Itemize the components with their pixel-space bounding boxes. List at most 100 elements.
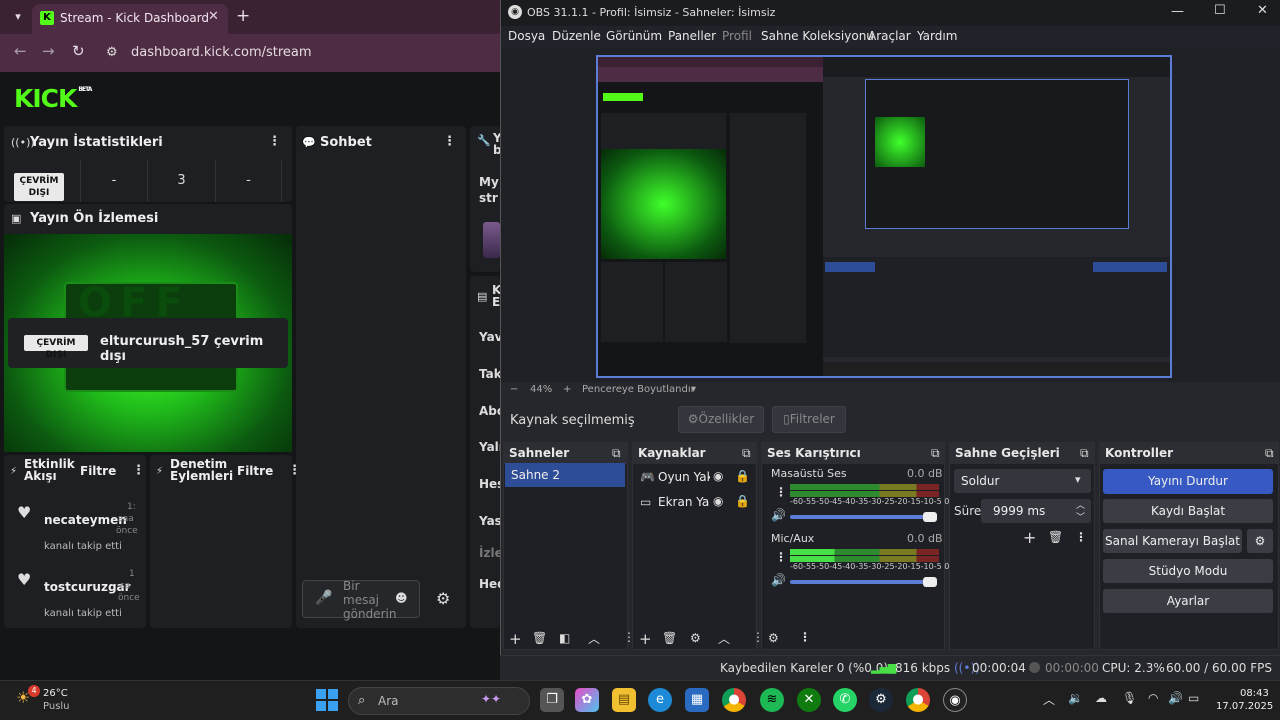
taskbar-search[interactable]: ⌕ Ara ✦✦ [348,687,530,715]
chat-settings-gear-icon[interactable]: ⚙ [436,589,450,608]
menu-view[interactable]: Görünüm [606,29,662,43]
move-up-icon[interactable]: ︿ [718,630,730,647]
activity-filter-button[interactable]: Filtre [80,464,116,478]
reload-icon[interactable]: ↻ [72,42,85,60]
volume-slider-handle[interactable] [923,512,937,522]
start-windows-icon[interactable] [316,689,338,711]
settings-button[interactable]: Ayarlar [1103,589,1273,613]
speaker-icon[interactable]: 🔊 [771,573,786,587]
zoom-mode[interactable]: Pencereye Boyutlandır [582,384,695,395]
volume-tray-icon[interactable]: 🔉 [1068,691,1083,705]
back-icon[interactable]: ← [14,42,27,60]
start-virtual-camera-button[interactable]: Sanal Kamerayı Başlat [1103,529,1242,553]
mixer-menu-icon[interactable]: ⋮ [775,485,787,499]
category-thumbnail[interactable] [483,222,500,258]
kick-logo[interactable]: KICK BETA [14,84,92,113]
whatsapp-icon[interactable]: ✆ [833,688,857,712]
zoom-dropdown-icon[interactable]: ▾ [691,384,696,395]
dock-float-icon[interactable]: ⧉ [1080,446,1089,461]
mod-menu-icon[interactable]: ⋮ [288,463,301,478]
virtual-camera-settings-gear-icon[interactable]: ⚙ [1247,529,1273,553]
source-properties-icon[interactable]: ⚙ [690,631,701,645]
scene-item[interactable]: Sahne 2 [505,463,625,487]
copilot-icon[interactable]: ✿ [575,688,599,712]
mixer-dock-menu-icon[interactable]: ⋮ [799,630,811,644]
menu-file[interactable]: Dosya [508,29,545,43]
close-icon[interactable]: ✕ [1257,3,1268,18]
duration-stepper[interactable]: 9999 ms ︿ ﹀ [981,499,1091,523]
emoji-icon[interactable]: ☻ [395,591,408,605]
filters-button[interactable]: ▯Filtreler [772,406,846,433]
forward-icon[interactable]: → [42,42,55,60]
transition-select[interactable]: Soldur ▾ [954,469,1091,493]
mic-icon[interactable]: 🎤 [315,590,332,606]
activity-user[interactable]: necateymen [44,513,127,527]
add-source-icon[interactable]: + [639,630,652,648]
source-item[interactable]: Ekran Yaka [658,495,710,509]
onedrive-icon[interactable]: ☁ [1095,691,1107,705]
remove-source-icon[interactable]: 🗑 [662,631,677,645]
new-tab-icon[interactable]: + [236,6,250,26]
menu-scene-collection[interactable]: Sahne Koleksiyonu [761,29,874,43]
add-transition-icon[interactable]: + [1023,528,1036,547]
remove-scene-icon[interactable]: 🗑 [532,631,547,645]
visibility-eye-icon[interactable]: ◉ [713,494,723,508]
edge-icon[interactable]: e [648,688,672,712]
spotify-icon[interactable]: ≋ [760,688,784,712]
dock-float-icon[interactable]: ⧉ [1265,446,1274,461]
lock-icon[interactable]: 🔒 [735,494,750,508]
store-icon[interactable]: ▦ [685,688,709,712]
battery-icon[interactable]: ▭ [1188,691,1199,705]
stop-stream-button[interactable]: Yayını Durdur [1103,469,1273,494]
steam-icon[interactable]: ⚙ [869,688,893,712]
dock-float-icon[interactable]: ⧉ [742,446,751,461]
obs-taskbar-icon[interactable]: ◉ [943,688,967,712]
advanced-audio-icon[interactable]: ⚙ [768,631,779,645]
address-bar[interactable]: dashboard.kick.com/stream [131,45,312,60]
scene-filters-icon[interactable]: ◧ [559,631,570,645]
remove-transition-icon[interactable]: 🗑 [1048,530,1063,544]
visibility-eye-icon[interactable]: ◉ [713,469,723,483]
chat-menu-icon[interactable]: ⋮ [443,134,456,149]
menu-docks[interactable]: Paneller [668,29,716,43]
clock-date[interactable]: 17.07.2025 [1216,701,1273,712]
activity-menu-icon[interactable]: ⋮ [132,463,145,478]
tray-expand-icon[interactable]: ︿ [1043,691,1055,708]
xbox-icon[interactable]: ✕ [797,688,821,712]
volume-slider[interactable] [790,580,930,584]
start-recording-button[interactable]: Kaydı Başlat [1103,499,1273,523]
chat-input[interactable]: 🎤 Bir mesaj gönderin ☻ [302,579,420,621]
dock-float-icon[interactable]: ⧉ [612,446,621,461]
volume-slider[interactable] [790,515,930,519]
speaker-icon[interactable]: 🔊 [771,508,786,522]
lock-icon[interactable]: 🔒 [735,469,750,483]
mod-filter-button[interactable]: Filtre [237,464,273,478]
zoom-in-icon[interactable]: + [563,384,571,395]
source-item[interactable]: Oyun Yaka [658,470,710,484]
menu-edit[interactable]: Düzenle [552,29,601,43]
menu-tools[interactable]: Araçlar [868,29,911,43]
minimize-icon[interactable]: — [1171,4,1184,19]
wifi-icon[interactable]: ◠ [1148,691,1158,705]
studio-mode-button[interactable]: Stüdyo Modu [1103,559,1273,583]
maximize-icon[interactable]: ☐ [1214,3,1226,18]
chrome-icon[interactable]: ● [722,688,746,712]
tab-close-icon[interactable]: ✕ [208,9,219,24]
dock-float-icon[interactable]: ⧉ [931,446,940,461]
move-up-icon[interactable]: ︿ [588,630,600,647]
menu-help[interactable]: Yardım [917,29,957,43]
activity-user[interactable]: tostcuruzgar [44,580,131,594]
menu-profile[interactable]: Profil [722,29,752,43]
task-view-icon[interactable]: ❐ [540,688,564,712]
zoom-out-icon[interactable]: − [510,384,518,395]
microphone-tray-icon[interactable]: 🎙 [1122,691,1137,705]
site-info-icon[interactable]: ⚙ [106,45,118,60]
speaker-tray-icon[interactable]: 🔊 [1168,691,1183,705]
chrome-profile-icon[interactable]: ● [906,688,930,712]
tab-list-chevron-icon[interactable]: ▾ [8,8,28,26]
stepper-down-icon[interactable]: ﹀ [1076,510,1085,523]
transition-menu-icon[interactable]: ⋮ [1075,530,1087,544]
volume-slider-handle[interactable] [923,577,937,587]
file-explorer-icon[interactable]: ▤ [612,688,636,712]
stats-menu-icon[interactable]: ⋮ [268,134,281,149]
